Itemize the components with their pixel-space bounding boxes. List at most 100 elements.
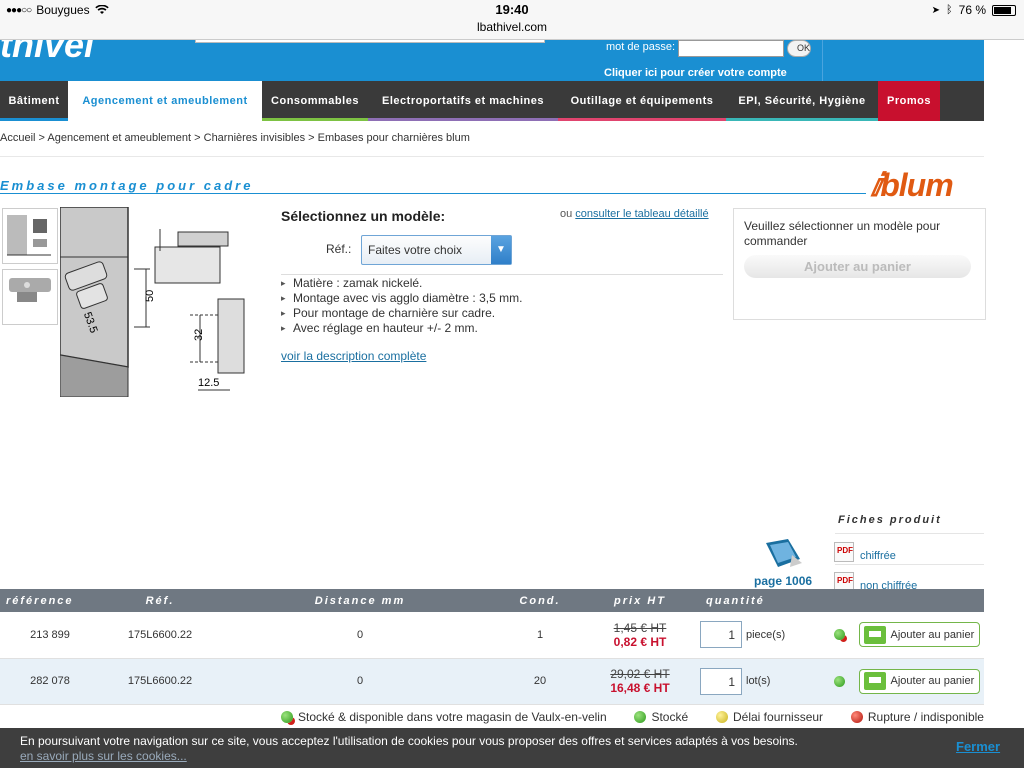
col-header: référence — [0, 589, 100, 612]
search-input[interactable] — [195, 40, 545, 43]
dimension-label-32: 32 — [193, 329, 205, 341]
divider — [835, 533, 984, 534]
cookie-close-button[interactable]: Fermer — [956, 739, 1000, 754]
catalog-book-icon[interactable] — [762, 537, 804, 569]
dimension-label-12-5: 12.5 — [198, 377, 219, 389]
location-arrow-icon: ➤ — [931, 4, 941, 16]
cell-quantity: 1 lot(s) — [700, 658, 824, 705]
nav-item-outillage[interactable]: Outillage et équipements — [558, 81, 726, 121]
address-bar-url[interactable]: lbathivel.com — [0, 20, 1024, 34]
model-select[interactable]: Faites votre choix ▼ — [361, 235, 512, 265]
quantity-input[interactable]: 1 — [700, 621, 742, 649]
ref-label: Réf.: — [326, 242, 352, 256]
feature-list: Matière : zamak nickelé. Montage avec vi… — [281, 276, 522, 336]
cell-quantity: 1 piece(s) — [700, 612, 824, 659]
cell-cond: 1 — [500, 612, 580, 659]
cell-ref: 175L6600.22 — [100, 658, 220, 705]
unit-label: piece(s) — [746, 628, 786, 641]
site-logo[interactable]: thivel — [0, 40, 140, 58]
out-of-stock-dot-icon — [850, 711, 863, 723]
cell-reference: 213 899 — [0, 612, 100, 659]
product-diagram: 50 53.5 32 12.5 — [60, 207, 260, 397]
password-input[interactable] — [678, 40, 784, 57]
stock-available-icon — [833, 675, 845, 687]
cell-price: 1,45 € HT 0,82 € HT — [580, 612, 700, 659]
select-model-heading: Sélectionnez un modèle: — [281, 208, 446, 224]
title-underline — [0, 193, 866, 194]
col-header: Réf. — [100, 589, 220, 612]
nav-item-agencement[interactable]: Agencement et ameublement — [68, 81, 262, 121]
stock-available-store-icon — [833, 629, 845, 641]
full-description-link[interactable]: voir la description complète — [281, 349, 426, 363]
col-header-empty — [824, 589, 854, 612]
product-thumbnail-1[interactable] — [2, 208, 58, 264]
pdf-icon: PDF — [834, 542, 854, 562]
feature-item: Montage avec vis agglo diamètre : 3,5 mm… — [281, 291, 522, 306]
clock: 19:40 — [495, 2, 529, 17]
battery-percent: 76 % — [958, 3, 986, 17]
detailed-table-link[interactable]: consulter le tableau détaillé — [575, 208, 708, 220]
feature-item: Matière : zamak nickelé. — [281, 276, 522, 291]
bluetooth-icon: ᛒ — [946, 4, 953, 16]
divider — [281, 274, 723, 275]
col-header: Distance mm — [220, 589, 500, 612]
col-header: quantité — [700, 589, 824, 612]
create-account-link[interactable]: Cliquer ici pour créer votre compte — [604, 67, 787, 79]
stock-dot-icon — [634, 711, 647, 723]
legend-item: Rupture / indisponible — [850, 710, 984, 724]
legend-item: Stocké — [634, 710, 688, 724]
cell-distance: 0 — [220, 612, 500, 659]
table-link-wrapper: ou consulter le tableau détaillé — [560, 208, 709, 220]
cell-add: Ajouter au panier — [854, 612, 984, 659]
quantity-input[interactable]: 1 — [700, 667, 742, 695]
nav-item-batiment[interactable]: Bâtiment — [0, 81, 68, 121]
pdf-sheet-priced[interactable]: PDF chiffrée — [834, 542, 896, 562]
unit-label: lot(s) — [746, 675, 771, 687]
cell-cond: 20 — [500, 658, 580, 705]
col-header-empty — [854, 589, 984, 612]
login-ok-button[interactable]: OK — [787, 40, 811, 57]
add-to-cart-disabled-button[interactable]: Ajouter au panier — [744, 255, 971, 278]
cell-add: Ajouter au panier — [854, 658, 984, 705]
nav-item-epi[interactable]: EPI, Sécurité, Hygiène — [726, 81, 878, 121]
add-to-cart-button[interactable]: Ajouter au panier — [858, 668, 980, 694]
page-title: Embase montage pour cadre — [0, 178, 254, 193]
stock-legend: Stocké & disponible dans votre magasin d… — [281, 710, 984, 724]
ios-status-bar: ●●●○○ Bouygues 19:40 lbathivel.com ➤ ᛒ 7… — [0, 0, 1024, 40]
order-box: Veuillez sélectionner un modèle pour com… — [733, 208, 986, 320]
cell-price: 29,02 € HT 16,48 € HT — [580, 658, 700, 705]
table-header-row: référence Réf. Distance mm Cond. prix HT… — [0, 589, 984, 612]
col-header: Cond. — [500, 589, 580, 612]
divider — [835, 564, 984, 565]
old-price: 1,45 € HT — [613, 620, 667, 635]
status-right: ➤ ᛒ 76 % — [932, 3, 1016, 17]
breadcrumb[interactable]: Accueil > Agencement et ameublement > Ch… — [0, 132, 470, 144]
table-row: 282 078 175L6600.22 0 20 29,02 € HT 16,48… — [0, 658, 984, 705]
catalog-page-link[interactable]: page 1006 — [754, 574, 812, 588]
brand-logo: ⅈblum — [870, 167, 954, 203]
new-price: 0,82 € HT — [613, 634, 667, 649]
product-sheets-title: Fiches produit — [838, 514, 942, 526]
cookie-banner: En poursuivant votre navigation sur ce s… — [0, 728, 1024, 768]
col-header: prix HT — [580, 589, 700, 612]
stock-store-dot-icon — [281, 711, 293, 723]
nav-item-promos[interactable]: Promos — [878, 81, 940, 121]
legend-item: Délai fournisseur — [716, 710, 823, 724]
header-divider — [822, 40, 823, 81]
order-message: Veuillez sélectionner un modèle pour com… — [744, 219, 941, 248]
cell-reference: 282 078 — [0, 658, 100, 705]
cell-ref: 175L6600.22 — [100, 612, 220, 659]
add-to-cart-button[interactable]: Ajouter au panier — [858, 622, 980, 648]
cart-icon — [863, 625, 886, 644]
nav-item-electroportatifs[interactable]: Electroportatifs et machines — [368, 81, 558, 121]
cart-icon — [863, 672, 886, 690]
table-row: 213 899 175L6600.22 0 1 1,45 € HT 0,82 € … — [0, 612, 984, 659]
cookie-more-link[interactable]: en savoir plus sur les cookies... — [20, 749, 187, 763]
password-label: mot de passe: — [606, 41, 676, 53]
cookie-text: En poursuivant votre navigation sur ce s… — [20, 734, 798, 748]
feature-item: Pour montage de charnière sur cadre. — [281, 306, 522, 321]
chevron-down-icon[interactable]: ▼ — [491, 236, 511, 264]
product-thumbnail-2[interactable] — [2, 269, 58, 325]
nav-item-consommables[interactable]: Consommables — [262, 81, 368, 121]
supplier-delay-dot-icon — [716, 711, 728, 723]
